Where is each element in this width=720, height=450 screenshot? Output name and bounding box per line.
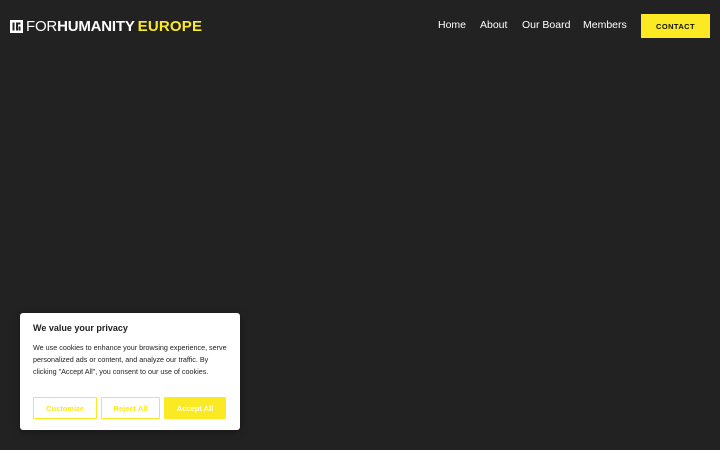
site-header: FOR HUMANITY EUROPE Home About Our Board… [0,0,720,52]
accept-all-button[interactable]: Accept All [164,397,226,419]
nav-members[interactable]: Members [583,19,627,31]
cookie-banner-text: We use cookies to enhance your browsing … [33,343,227,376]
customize-button[interactable]: Customize [33,397,97,419]
nav-home[interactable]: Home [438,19,466,31]
contact-button[interactable]: CONTACT [641,14,710,38]
nav-our-board[interactable]: Our Board [522,19,570,31]
main-nav: Home About Our Board Members [0,19,720,33]
cookie-consent-banner: We value your privacy We use cookies to … [20,313,240,430]
cookie-banner-title: We value your privacy [33,323,128,333]
reject-all-button[interactable]: Reject All [101,397,160,419]
nav-about[interactable]: About [480,19,507,31]
